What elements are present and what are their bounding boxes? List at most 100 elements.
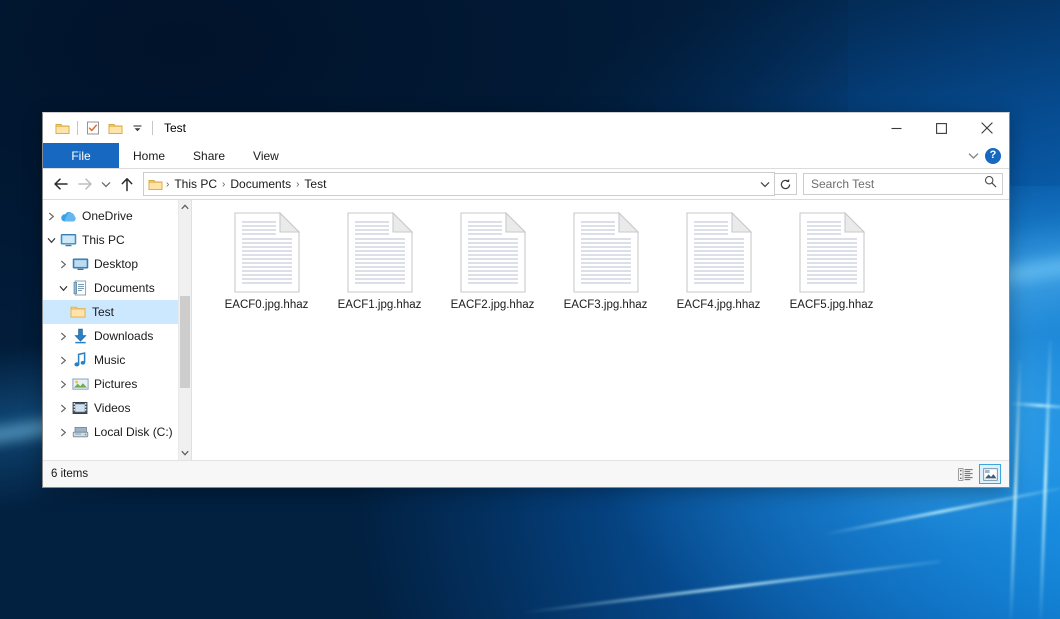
desktop-icon <box>71 255 89 273</box>
sidebar-item-label: Music <box>94 353 125 367</box>
music-icon <box>71 351 89 369</box>
window-controls <box>874 113 1009 143</box>
list-item[interactable]: EACF5.jpg.hhaz <box>775 208 888 311</box>
tab-share[interactable]: Share <box>179 143 239 168</box>
folder-icon[interactable] <box>51 117 73 139</box>
tab-view[interactable]: View <box>239 143 293 168</box>
list-item[interactable]: EACF3.jpg.hhaz <box>549 208 662 311</box>
address-bar: › This PC › Documents › Test <box>43 169 1009 199</box>
generic-document-icon <box>460 212 526 293</box>
scroll-up-arrow-icon[interactable] <box>179 200 191 214</box>
sidebar-item-label: Videos <box>94 401 130 415</box>
folder-icon <box>69 303 87 321</box>
minimize-button[interactable] <box>874 113 919 143</box>
new-folder-icon[interactable] <box>104 117 126 139</box>
window-title: Test <box>164 121 186 135</box>
breadcrumb-item-documents[interactable]: Documents <box>226 177 295 191</box>
chevron-right-icon[interactable] <box>43 204 59 228</box>
breadcrumb-item-test[interactable]: Test <box>300 177 330 191</box>
refresh-button[interactable] <box>775 173 797 195</box>
file-explorer-window: Test File Home Share View <box>42 112 1010 488</box>
search-input[interactable] <box>809 176 984 192</box>
ribbon-controls: ? <box>963 143 1009 168</box>
close-button[interactable] <box>964 113 1009 143</box>
file-list-view[interactable]: EACF0.jpg.hhaz <box>192 200 1009 460</box>
videos-icon <box>71 399 89 417</box>
breadcrumb-item-this-pc[interactable]: This PC <box>170 177 221 191</box>
file-name-label: EACF4.jpg.hhaz <box>677 299 761 311</box>
sidebar-item-label: Downloads <box>94 329 153 343</box>
navigation-pane: OneDrive This PC <box>43 200 192 460</box>
generic-document-icon <box>573 212 639 293</box>
search-box[interactable] <box>803 173 1003 195</box>
sidebar-item-this-pc[interactable]: This PC <box>43 228 191 252</box>
help-icon[interactable]: ? <box>985 148 1001 164</box>
pictures-icon <box>71 375 89 393</box>
sidebar-item-videos[interactable]: Videos <box>43 396 191 420</box>
cloud-icon <box>59 207 77 225</box>
file-name-label: EACF2.jpg.hhaz <box>451 299 535 311</box>
scroll-down-arrow-icon[interactable] <box>179 446 191 460</box>
list-item[interactable]: EACF1.jpg.hhaz <box>323 208 436 311</box>
sidebar-item-downloads[interactable]: Downloads <box>43 324 191 348</box>
sidebar-item-local-disk-c[interactable]: Local Disk (C:) <box>43 420 191 444</box>
chevron-down-icon[interactable] <box>43 228 59 252</box>
monitor-icon <box>59 231 77 249</box>
chevron-right-icon[interactable] <box>55 324 71 348</box>
qat-separator-2 <box>152 121 153 135</box>
ribbon-tab-bar: File Home Share View ? <box>43 143 1009 169</box>
breadcrumb[interactable]: › This PC › Documents › Test <box>143 172 775 196</box>
file-name-label: EACF3.jpg.hhaz <box>564 299 648 311</box>
tab-file[interactable]: File <box>43 143 119 168</box>
sidebar-item-label: Test <box>92 305 114 319</box>
scrollbar-thumb[interactable] <box>180 296 190 388</box>
file-name-label: EACF1.jpg.hhaz <box>338 299 422 311</box>
sidebar-item-documents[interactable]: Documents <box>43 276 191 300</box>
up-button[interactable] <box>115 172 139 196</box>
generic-document-icon <box>686 212 752 293</box>
download-icon <box>71 327 89 345</box>
list-item[interactable]: EACF2.jpg.hhaz <box>436 208 549 311</box>
quick-access-toolbar <box>43 117 157 139</box>
chevron-down-icon[interactable] <box>126 117 148 139</box>
large-icons-view-button[interactable] <box>979 464 1001 484</box>
explorer-body: OneDrive This PC <box>43 199 1009 460</box>
desktop-background: Test File Home Share View <box>0 0 1060 619</box>
generic-document-icon <box>347 212 413 293</box>
sidebar-item-desktop[interactable]: Desktop <box>43 252 191 276</box>
sidebar-item-onedrive[interactable]: OneDrive <box>43 204 191 228</box>
chevron-right-icon[interactable] <box>55 372 71 396</box>
sidebar-item-test[interactable]: Test <box>43 300 191 324</box>
chevron-down-icon[interactable] <box>756 174 774 194</box>
details-view-button[interactable] <box>954 464 976 484</box>
tab-home[interactable]: Home <box>119 143 179 168</box>
chevron-right-icon[interactable] <box>55 252 71 276</box>
documents-icon <box>71 279 89 297</box>
sidebar-item-label: This PC <box>82 233 125 247</box>
file-name-label: EACF0.jpg.hhaz <box>225 299 309 311</box>
sidebar-item-label: Documents <box>94 281 155 295</box>
sidebar-item-pictures[interactable]: Pictures <box>43 372 191 396</box>
folder-icon <box>148 178 163 191</box>
maximize-button[interactable] <box>919 113 964 143</box>
sidebar-item-label: OneDrive <box>82 209 133 223</box>
list-item[interactable]: EACF0.jpg.hhaz <box>210 208 323 311</box>
sidebar-item-music[interactable]: Music <box>43 348 191 372</box>
forward-button[interactable] <box>73 172 97 196</box>
chevron-down-icon[interactable] <box>963 146 983 166</box>
chevron-right-icon[interactable] <box>55 420 71 444</box>
chevron-down-icon[interactable] <box>55 276 71 300</box>
drive-icon <box>71 423 89 441</box>
chevron-right-icon[interactable] <box>55 396 71 420</box>
generic-document-icon <box>234 212 300 293</box>
navigation-tree: OneDrive This PC <box>43 200 191 444</box>
chevron-right-icon[interactable] <box>55 348 71 372</box>
recent-locations-button[interactable] <box>97 172 115 196</box>
list-item[interactable]: EACF4.jpg.hhaz <box>662 208 775 311</box>
item-count-label: 6 items <box>51 468 88 480</box>
properties-icon[interactable] <box>82 117 104 139</box>
back-button[interactable] <box>49 172 73 196</box>
status-bar: 6 items <box>43 460 1009 487</box>
sidebar-item-label: Local Disk (C:) <box>94 425 173 439</box>
navigation-pane-scrollbar[interactable] <box>178 200 191 460</box>
